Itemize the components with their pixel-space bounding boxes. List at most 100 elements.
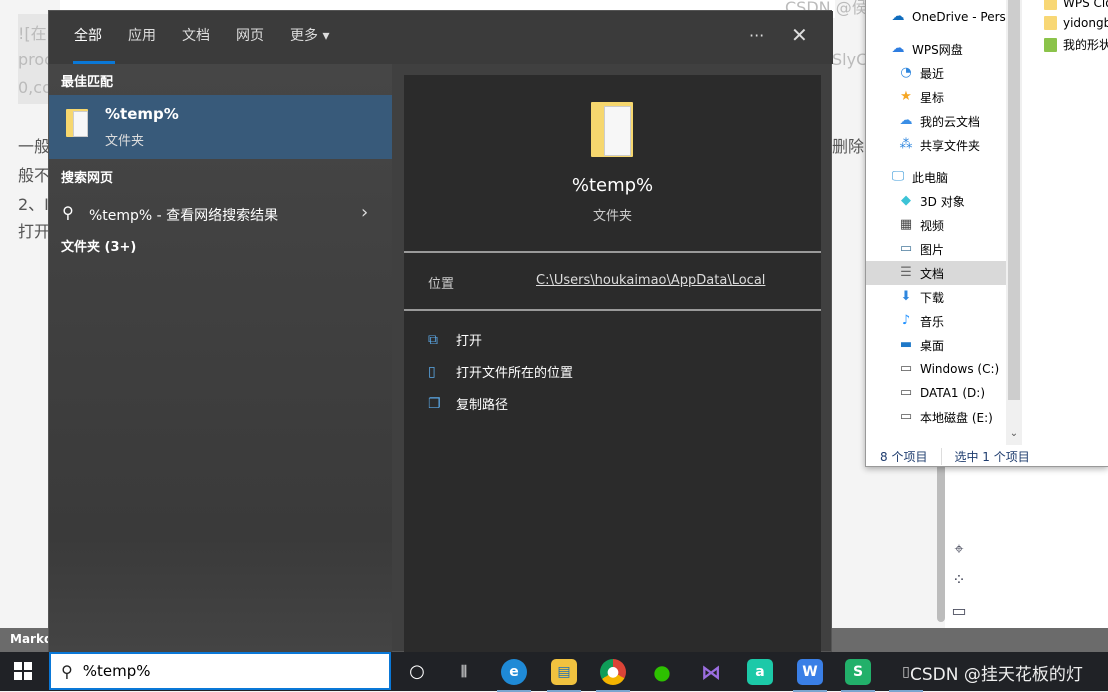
cube-icon: ◆ bbox=[901, 193, 911, 208]
watermark: CSDN @挂天花板的灯 bbox=[910, 665, 1083, 685]
action-open-location[interactable]: ▯ 打开文件所在的位置 bbox=[428, 362, 573, 382]
wechat-icon[interactable]: ● bbox=[649, 659, 675, 685]
file-explorer-icon[interactable]: ▤ bbox=[547, 659, 581, 692]
best-match-title: %temp% bbox=[105, 105, 179, 123]
clock-icon: ◔ bbox=[900, 65, 912, 80]
nav-item-label: 图片 bbox=[920, 242, 945, 257]
wps-writer-icon[interactable]: W bbox=[793, 659, 827, 692]
detail-type: 文件夹 bbox=[592, 209, 632, 224]
laptop-icon[interactable]: ▭ bbox=[950, 601, 968, 620]
picture-icon: ▭ bbox=[899, 241, 913, 256]
action-copy-path[interactable]: ❐ 复制路径 bbox=[428, 394, 508, 414]
drive-icon: ▭ bbox=[899, 409, 913, 424]
chevron-right-icon[interactable]: › bbox=[361, 202, 368, 223]
search-input[interactable] bbox=[82, 662, 333, 680]
file-location-icon: ▯ bbox=[428, 363, 436, 380]
chrome-icon[interactable]: ● bbox=[596, 659, 630, 692]
bg-fragment: 删除 bbox=[832, 137, 865, 156]
tab-web[interactable]: 网页 bbox=[223, 11, 277, 64]
tab-documents[interactable]: 文档 bbox=[169, 11, 223, 64]
nav-item-label: 此电脑 bbox=[912, 170, 949, 185]
computer-icon: 🖵 bbox=[891, 169, 905, 184]
bg-fragment: SlyC bbox=[832, 50, 868, 69]
nav-item[interactable]: ☁ 我的云文档 bbox=[866, 109, 1006, 133]
drive-icon: ▭ bbox=[899, 385, 913, 400]
onedrive-icon: ☁ bbox=[891, 9, 905, 24]
file-item[interactable]: 我的形状 bbox=[1044, 36, 1108, 53]
document-icon: ☰ bbox=[900, 265, 912, 280]
tab-all[interactable]: 全部 bbox=[61, 11, 115, 64]
tab-apps[interactable]: 应用 bbox=[115, 11, 169, 64]
edge-icon[interactable]: e bbox=[497, 659, 531, 692]
copy-icon: ❐ bbox=[428, 395, 441, 412]
selected-count: 选中 1 个项目 bbox=[941, 447, 1030, 465]
chevron-down-icon[interactable]: ⌄ bbox=[1006, 428, 1022, 439]
video-icon: ▦ bbox=[899, 217, 913, 232]
nav-item-label: 文档 bbox=[920, 266, 945, 281]
app-a-icon[interactable]: a bbox=[747, 659, 773, 685]
nav-item[interactable]: ▭ 图片 bbox=[866, 237, 1006, 261]
bg-line: ![在 bbox=[18, 24, 47, 43]
cloud-icon: ☁ bbox=[899, 113, 913, 128]
nav-item[interactable]: ◔ 最近 bbox=[866, 61, 1006, 85]
nav-item[interactable]: ☁ WPS网盘 bbox=[866, 37, 1006, 61]
search-icon: ⚲ bbox=[61, 661, 73, 681]
nav-item[interactable]: 🖵 此电脑 bbox=[866, 165, 1006, 189]
action-open[interactable]: ⧉ 打开 bbox=[428, 330, 482, 350]
nav-item[interactable]: ◆ 3D 对象 bbox=[866, 189, 1006, 213]
tab-more[interactable]: 更多 ▾ bbox=[277, 11, 342, 64]
taskbar: ⚲ ○ ⫼ e ▤ ● ● ⋈ a W S ▯ CSDN @挂天花板的灯 bbox=[0, 652, 1108, 692]
detail-title: %temp% bbox=[571, 175, 654, 196]
best-match-item[interactable]: %temp% 文件夹 bbox=[49, 95, 392, 159]
bg-line: 打开 bbox=[18, 222, 51, 241]
file-item[interactable]: WPS Clo bbox=[1044, 0, 1108, 10]
folders-heading[interactable]: 文件夹 (3+) bbox=[61, 236, 136, 255]
file-item[interactable]: yidongb bbox=[1044, 16, 1108, 30]
bg-line: 2、I bbox=[18, 195, 49, 214]
task-view-icon[interactable]: ⫼ bbox=[451, 659, 477, 685]
locate-icon[interactable]: ⌖ bbox=[950, 539, 968, 558]
nav-item-label: 我的云文档 bbox=[920, 114, 981, 129]
grid-dots-icon[interactable]: ⁘ bbox=[950, 570, 968, 589]
wps-sheets-icon[interactable]: S bbox=[841, 659, 875, 692]
nav-item[interactable]: ☰ 文档 bbox=[866, 261, 1006, 285]
status-bar: 8 个项目 选中 1 个项目 bbox=[866, 445, 1108, 467]
windows-start-icon[interactable] bbox=[14, 662, 32, 680]
detail-pane: %temp% 文件夹 位置 C:\Users\houkaimao\AppData… bbox=[404, 75, 821, 653]
open-icon: ⧉ bbox=[428, 331, 438, 348]
nav-item[interactable]: ▭ DATA1 (D:) bbox=[866, 381, 1006, 405]
nav-item-label: DATA1 (D:) bbox=[920, 386, 986, 400]
scroll-thumb[interactable] bbox=[1008, 0, 1020, 400]
nav-item-label: 3D 对象 bbox=[920, 194, 965, 209]
desktop-icon: ▬ bbox=[899, 337, 913, 352]
location-link[interactable]: C:\Users\houkaimao\AppData\Local bbox=[536, 273, 765, 288]
location-label: 位置 bbox=[428, 277, 455, 292]
bg-line: 一般 bbox=[18, 137, 51, 156]
nav-item[interactable]: ▭ Windows (C:) bbox=[866, 357, 1006, 381]
nav-item[interactable]: ▬ 桌面 bbox=[866, 333, 1006, 357]
nav-item[interactable]: ⬇ 下载 bbox=[866, 285, 1006, 309]
nav-item-label: 最近 bbox=[920, 66, 945, 81]
divider bbox=[404, 309, 821, 311]
cortana-icon[interactable]: ○ bbox=[404, 659, 430, 685]
visual-studio-icon[interactable]: ⋈ bbox=[698, 659, 724, 685]
download-icon: ⬇ bbox=[900, 289, 912, 304]
close-icon[interactable]: ✕ bbox=[791, 23, 808, 47]
nav-item[interactable]: ▭ 本地磁盘 (E:) bbox=[866, 405, 1006, 429]
folder-icon bbox=[1044, 0, 1057, 10]
taskbar-search-box[interactable]: ⚲ bbox=[49, 652, 391, 690]
music-icon: ♪ bbox=[901, 313, 911, 328]
web-search-result[interactable]: ⚲ %temp% - 查看网络搜索结果 › bbox=[49, 199, 392, 229]
nav-item[interactable]: ☁ OneDrive - Pers bbox=[866, 5, 1006, 29]
nav-item[interactable]: ★ 星标 bbox=[866, 85, 1006, 109]
nav-item[interactable]: ⁂ 共享文件夹 bbox=[866, 133, 1006, 157]
file-name: 我的形状 bbox=[1063, 38, 1108, 52]
file-name: WPS Clo bbox=[1063, 0, 1108, 10]
nav-item[interactable]: ▦ 视频 bbox=[866, 213, 1006, 237]
windows-search-panel: 全部 应用 文档 网页 更多 ▾ ··· ✕ 最佳匹配 %temp% 文件夹 搜… bbox=[48, 10, 833, 653]
ellipsis-icon[interactable]: ··· bbox=[749, 26, 764, 45]
nav-scrollbar[interactable]: ⌄ bbox=[1006, 0, 1022, 445]
nav-item[interactable]: ♪ 音乐 bbox=[866, 309, 1006, 333]
star-icon: ★ bbox=[900, 89, 912, 104]
folder-icon bbox=[66, 109, 88, 138]
